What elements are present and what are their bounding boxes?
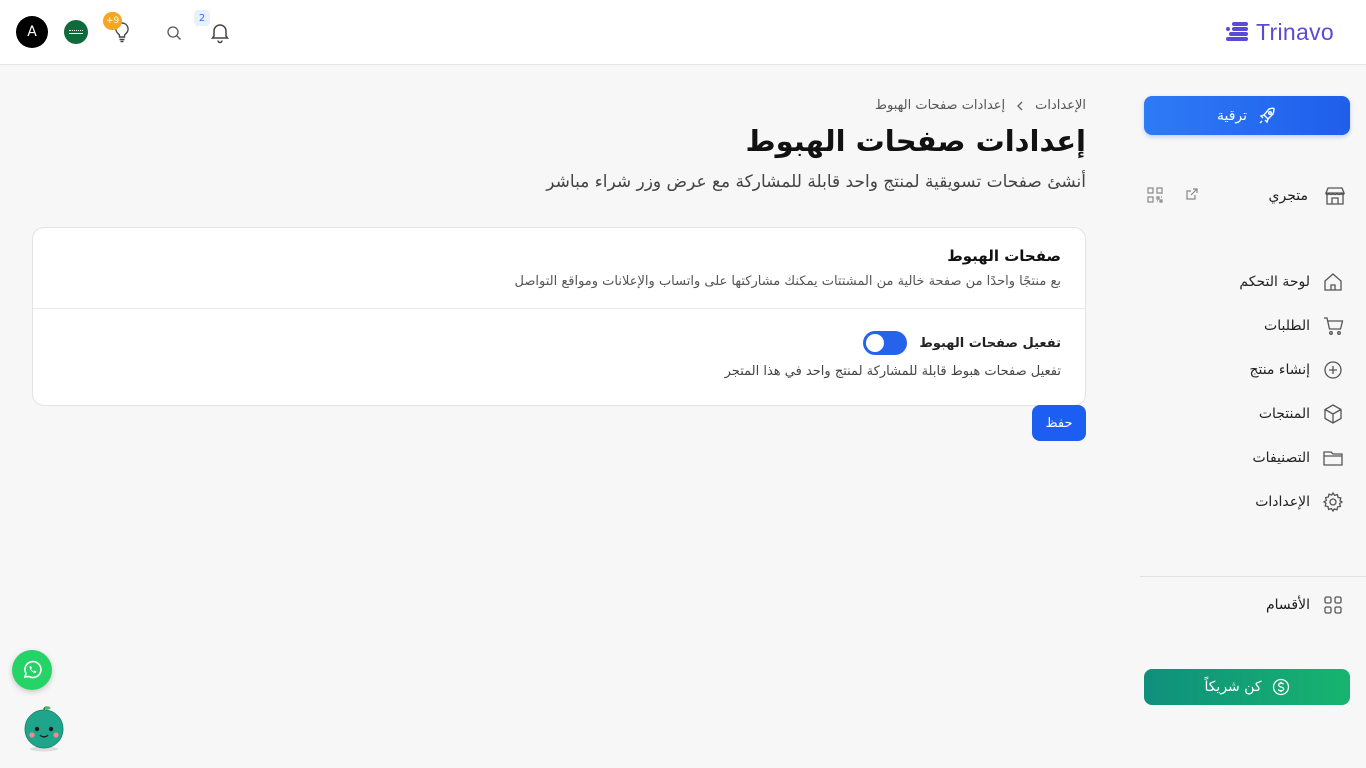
qr-code-icon[interactable]	[1146, 186, 1164, 204]
nav-item-categories[interactable]: التصنيفات	[1144, 436, 1344, 480]
trinavo-logo-icon	[1226, 20, 1250, 44]
page-title: إعدادات صفحات الهبوط	[745, 124, 1086, 158]
my-store-label: متجري	[1268, 188, 1308, 204]
nav-label: التصنيفات	[1252, 450, 1311, 466]
saudi-flag-icon[interactable]	[64, 20, 88, 44]
my-store-row[interactable]: متجري	[1146, 184, 1346, 208]
dollar-circle-icon	[1272, 678, 1289, 696]
home-icon	[1324, 273, 1342, 291]
nav-label: إنشاء منتج	[1249, 362, 1310, 378]
toggle-knob	[866, 334, 885, 352]
breadcrumb-settings[interactable]: الإعدادات	[1035, 98, 1086, 113]
tips-badge: +9	[103, 12, 123, 30]
upgrade-button[interactable]: ترقية	[1144, 96, 1350, 135]
user-avatar[interactable]: A	[16, 16, 48, 48]
main-nav: لوحة التحكم الطلبات إنشاء منتج المنتجات …	[1144, 260, 1344, 524]
breadcrumb: الإعدادات إعدادات صفحات الهبوط	[875, 98, 1086, 113]
assistant-mascot-icon[interactable]	[22, 704, 66, 752]
upgrade-label: ترقية	[1216, 107, 1248, 124]
breadcrumb-current: إعدادات صفحات الهبوط	[875, 98, 1006, 113]
sections-label: الأقسام	[1266, 597, 1310, 613]
nav-label: لوحة التحكم	[1239, 274, 1310, 290]
toggle-label: تفعيل صفحات الهبوط	[919, 335, 1061, 351]
card-header: صفحات الهبوط بع منتجًا واحدًا من صفحة خا…	[33, 228, 1085, 309]
nav-item-dashboard[interactable]: لوحة التحكم	[1144, 260, 1344, 304]
search-icon[interactable]	[166, 25, 182, 41]
landing-pages-card: صفحات الهبوط بع منتجًا واحدًا من صفحة خا…	[32, 227, 1086, 406]
card-body: تفعيل صفحات الهبوط تفعيل صفحات هبوط قابل…	[33, 309, 1085, 379]
rocket-icon	[1259, 107, 1275, 123]
enable-landing-pages-toggle[interactable]	[863, 331, 908, 355]
whatsapp-chat-button[interactable]	[12, 650, 52, 690]
nav-item-sections[interactable]: الأقسام	[1266, 594, 1344, 616]
become-partner-button[interactable]: كن شريكاً	[1144, 669, 1350, 705]
sidebar-divider	[1140, 576, 1366, 577]
nav-item-settings[interactable]: الإعدادات	[1144, 480, 1344, 524]
toggle-description: تفعيل صفحات هبوط قابلة للمشاركة لمنتج وا…	[724, 364, 1061, 379]
store-icon	[1325, 187, 1345, 205]
nav-label: الإعدادات	[1255, 494, 1310, 510]
card-description: بع منتجًا واحدًا من صفحة خالية من المشتت…	[514, 274, 1062, 289]
whatsapp-icon	[23, 660, 42, 679]
sidebar: ترقية متجري لوحة التحكم الطلبات إنشاء من…	[1140, 66, 1366, 768]
page-subtitle: أنشئ صفحات تسويقية لمنتج واحد قابلة للمش…	[546, 172, 1086, 192]
external-link-icon[interactable]	[1184, 186, 1200, 202]
nav-label: الطلبات	[1264, 318, 1310, 334]
partner-label: كن شريكاً	[1204, 679, 1262, 695]
save-button[interactable]: حفظ	[1032, 405, 1086, 441]
nav-item-create-product[interactable]: إنشاء منتج	[1144, 348, 1344, 392]
plus-circle-icon	[1324, 361, 1342, 379]
gear-icon	[1322, 491, 1344, 513]
box-icon	[1324, 404, 1342, 424]
cart-icon	[1324, 317, 1344, 335]
chevron-left-icon	[1017, 101, 1023, 110]
top-bar: A +9 2 Trinavo	[0, 0, 1366, 65]
brand-name: Trinavo	[1256, 18, 1334, 45]
grid-icon	[1324, 596, 1342, 614]
folder-icon	[1323, 451, 1343, 466]
nav-label: المنتجات	[1258, 406, 1310, 422]
nav-item-orders[interactable]: الطلبات	[1144, 304, 1344, 348]
nav-item-products[interactable]: المنتجات	[1144, 392, 1344, 436]
enable-landing-pages-row: تفعيل صفحات الهبوط	[57, 331, 1061, 355]
card-title: صفحات الهبوط	[947, 247, 1061, 265]
bell-icon[interactable]	[208, 20, 232, 44]
brand-logo[interactable]: Trinavo	[1226, 16, 1334, 48]
